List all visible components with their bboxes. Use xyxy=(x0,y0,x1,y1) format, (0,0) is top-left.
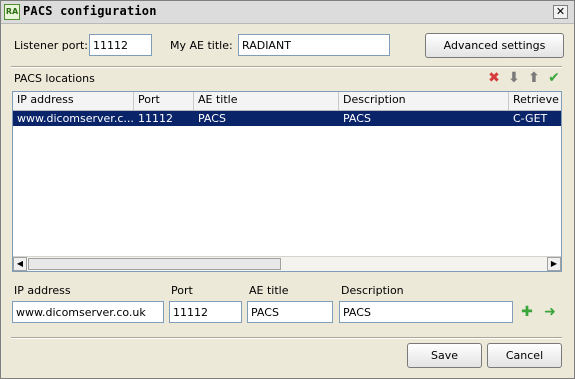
ae-title-input[interactable] xyxy=(238,34,390,56)
close-button[interactable]: ✕ xyxy=(553,5,568,19)
separator-top xyxy=(11,66,562,68)
column-header-2[interactable]: AE title xyxy=(194,92,339,110)
port-label: Port xyxy=(171,284,193,297)
pacs-locations-label: PACS locations xyxy=(14,72,95,85)
pacs-configuration-dialog: RA PACS configuration ✕ Listener port: M… xyxy=(0,0,575,379)
column-header-1[interactable]: Port xyxy=(134,92,194,110)
table-header: IP address Port AE title Description Retriev… xyxy=(13,92,561,111)
separator-bottom xyxy=(11,337,562,339)
move-down-icon[interactable]: ⬇ xyxy=(506,70,522,86)
add-icon[interactable]: ✚ xyxy=(519,304,535,320)
table-cell-1: 11112 xyxy=(138,112,173,125)
scroll-right-button[interactable]: ▶ xyxy=(547,257,561,271)
ip-address-label: IP address xyxy=(14,284,71,297)
window-title: PACS configuration xyxy=(23,4,157,18)
scroll-right-icon: ▶ xyxy=(550,259,558,268)
ae-title-label: My AE title: xyxy=(170,39,233,52)
column-header-3[interactable]: Description xyxy=(339,92,509,110)
ip-address-input[interactable] xyxy=(12,301,164,323)
move-up-icon[interactable]: ⬆ xyxy=(526,70,542,86)
close-icon: ✕ xyxy=(555,5,566,18)
ae-title-field-input[interactable] xyxy=(247,301,333,323)
column-header-0[interactable]: IP address xyxy=(13,92,134,110)
check-icon[interactable]: ✔ xyxy=(546,70,562,86)
table-row[interactable]: www.dicomserver.c... 11112 PACS PACS C-GET xyxy=(13,111,561,126)
scroll-left-icon: ◀ xyxy=(16,259,24,268)
cancel-button[interactable]: Cancel xyxy=(487,343,562,368)
table-cell-2: PACS xyxy=(198,112,226,125)
listener-port-label: Listener port: xyxy=(14,39,89,52)
apply-arrow-icon[interactable]: ➜ xyxy=(542,304,558,320)
table-cell-3: PACS xyxy=(343,112,371,125)
advanced-settings-button[interactable]: Advanced settings xyxy=(425,33,564,58)
scroll-left-button[interactable]: ◀ xyxy=(13,257,27,271)
delete-icon[interactable]: ✖ xyxy=(486,70,502,86)
description-label: Description xyxy=(341,284,404,297)
scroll-thumb[interactable] xyxy=(28,258,281,270)
table-cell-4: C-GET xyxy=(513,112,548,125)
description-input[interactable] xyxy=(339,301,513,323)
title-bar[interactable]: RA PACS configuration ✕ xyxy=(1,1,574,24)
table-cell-0: www.dicomserver.c... xyxy=(17,112,134,125)
save-button[interactable]: Save xyxy=(407,343,482,368)
listener-port-input[interactable] xyxy=(89,34,152,56)
horizontal-scrollbar[interactable]: ◀ ▶ xyxy=(13,256,561,271)
column-header-4[interactable]: Retrieve p xyxy=(509,92,561,110)
app-logo-icon: RA xyxy=(4,4,20,20)
port-input[interactable] xyxy=(169,301,242,323)
pacs-locations-table[interactable]: IP address Port AE title Description Retriev… xyxy=(12,91,562,272)
ae-title-field-label: AE title xyxy=(249,284,289,297)
